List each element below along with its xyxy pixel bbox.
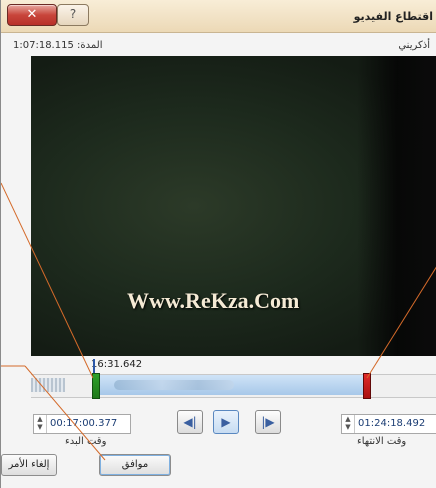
- start-time-spinner[interactable]: ▲ ▼ 00:17:00.377: [33, 414, 131, 434]
- close-button[interactable]: ✕: [7, 4, 57, 26]
- end-time-label: وقت الانتهاء: [357, 436, 407, 447]
- video-preview[interactable]: Www.ReKza.Com: [31, 56, 436, 356]
- help-button[interactable]: ?: [57, 4, 89, 26]
- end-trim-marker[interactable]: [363, 373, 371, 399]
- spinner-arrows-icon[interactable]: ▲ ▼: [34, 415, 47, 433]
- current-time-label: 16:31.642: [91, 359, 143, 370]
- next-frame-icon: |▶: [261, 415, 275, 429]
- play-button[interactable]: ▶: [213, 410, 239, 434]
- duration-text: المدة: 1:07:18.115: [13, 40, 103, 51]
- start-time-value: 00:17:00.377: [50, 418, 118, 429]
- previous-frame-button[interactable]: ◀|: [177, 410, 203, 434]
- spinner-arrows-icon[interactable]: ▲ ▼: [342, 415, 355, 433]
- ok-button[interactable]: موافق: [99, 454, 171, 476]
- help-icon: ?: [69, 7, 77, 21]
- dialog-title: اقتطاع الفيديو: [353, 10, 433, 23]
- video-shadow: [357, 56, 436, 356]
- close-icon: ✕: [26, 7, 38, 22]
- selection-waveform: [114, 380, 234, 390]
- next-frame-button[interactable]: |▶: [255, 410, 281, 434]
- trim-video-dialog: ✕ ? اقتطاع الفيديو المدة: 1:07:18.115 أذ…: [0, 0, 436, 488]
- end-time-value: 01:24:18.492: [358, 418, 426, 429]
- start-time-label: وقت البدء: [65, 436, 107, 447]
- file-name: أذكريني: [398, 40, 430, 51]
- start-trim-marker[interactable]: [92, 373, 100, 399]
- video-watermark: Www.ReKza.Com: [127, 288, 300, 313]
- cancel-button[interactable]: إلغاء الأمر: [1, 454, 57, 476]
- waveform: [31, 378, 65, 392]
- previous-frame-icon: ◀|: [183, 415, 197, 429]
- end-time-spinner[interactable]: ▲ ▼ 01:24:18.492: [341, 414, 436, 434]
- trim-timeline[interactable]: [31, 359, 436, 399]
- trim-selection: [93, 375, 367, 395]
- title-bar: ✕ ? اقتطاع الفيديو: [1, 0, 436, 33]
- play-icon: ▶: [221, 415, 231, 429]
